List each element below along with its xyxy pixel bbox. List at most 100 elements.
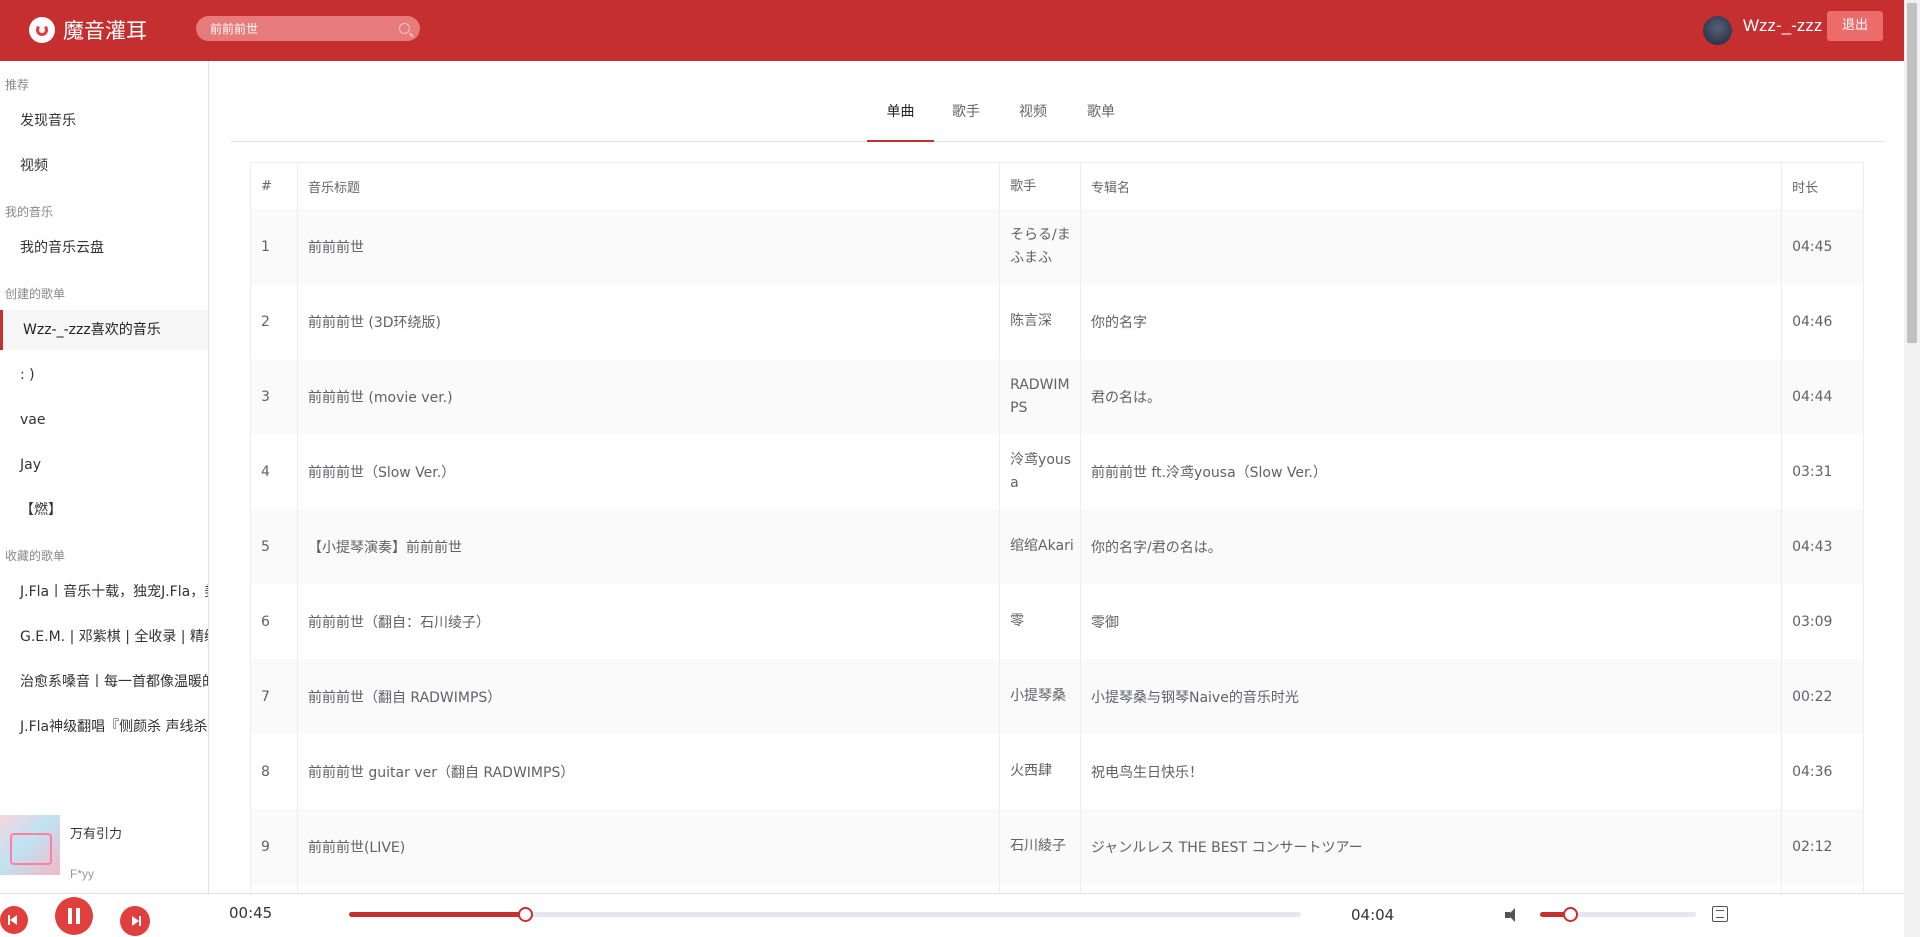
song-title[interactable]: 前前前世(LIVE): [298, 809, 1001, 884]
now-playing-title: 万有引力: [70, 827, 123, 842]
sidebar-item-playlist[interactable]: vae: [0, 400, 208, 440]
table-row[interactable]: 3 前前前世 (movie ver.) RADWIMPS 君の名は。 04:44: [251, 359, 1863, 434]
total-time: 04:04: [1351, 906, 1395, 924]
prev-button[interactable]: [0, 906, 28, 934]
song-album[interactable]: [1081, 884, 1783, 893]
song-title[interactable]: 前前前世 guitar ver（翻自 RADWIMPS）: [298, 734, 1001, 809]
volume-slider[interactable]: [1540, 907, 1696, 922]
table-row[interactable]: 10: [251, 884, 1863, 893]
volume-thumb[interactable]: [1562, 907, 1578, 922]
sidebar-item-playlist[interactable]: : ): [0, 355, 208, 395]
table-row[interactable]: 7 前前前世（翻自 RADWIMPS） 小提琴桑 小提琴桑与钢琴Naive的音乐…: [251, 659, 1863, 734]
next-icon: [132, 916, 139, 926]
song-artist[interactable]: 石川綾子: [1000, 809, 1081, 884]
page-scrollbar[interactable]: [1904, 0, 1920, 937]
song-duration: 03:31: [1792, 463, 1833, 480]
song-table: # 音乐标题 歌手 专辑名 时长 1 前前前世 そらる/まふまふ 04:45 2…: [250, 162, 1864, 893]
row-index: 1: [251, 209, 298, 284]
section-title-collected: 收藏的歌单: [5, 549, 66, 563]
song-artist[interactable]: 火西肆: [1000, 734, 1081, 809]
song-artist[interactable]: 小提琴桑: [1000, 659, 1081, 734]
song-album[interactable]: [1081, 209, 1783, 284]
table-row[interactable]: 6 前前前世（翻自：石川绫子） 零 零御 03:09: [251, 584, 1863, 659]
song-artist[interactable]: [1000, 884, 1081, 893]
song-title[interactable]: 前前前世 (movie ver.): [298, 359, 1001, 434]
table-row[interactable]: 9 前前前世(LIVE) 石川綾子 ジャンルレス THE BEST コンサートツ…: [251, 809, 1863, 884]
sidebar-item-playlist[interactable]: Jay: [0, 445, 208, 485]
result-tabs: 单曲 歌手 视频 歌单: [231, 61, 1885, 142]
search-icon[interactable]: [399, 23, 410, 34]
progress-thumb[interactable]: [518, 907, 534, 922]
sidebar-item-collected[interactable]: J.Fla神级翻唱『侧颜杀 声线杀』: [0, 707, 208, 747]
song-album[interactable]: 你的名字: [1081, 284, 1783, 359]
sidebar-item-playlist[interactable]: 【燃】: [0, 490, 208, 530]
app-logo[interactable]: 魔音灌耳: [29, 15, 147, 45]
tab-songs[interactable]: 单曲: [867, 101, 934, 142]
song-title[interactable]: 前前前世 (3D环绕版): [298, 284, 1001, 359]
song-duration: 04:36: [1792, 763, 1833, 780]
section-title-my-music: 我的音乐: [5, 205, 54, 219]
song-title[interactable]: 前前前世: [298, 209, 1001, 284]
search-box[interactable]: [196, 16, 420, 41]
song-album[interactable]: 小提琴桑与钢琴Naive的音乐时光: [1081, 659, 1783, 734]
sidebar-item-video[interactable]: 视频: [0, 146, 208, 186]
table-row[interactable]: 5 【小提琴演奏】前前前世 绾绾Akari 你的名字/君の名は。 04:43: [251, 509, 1863, 584]
sidebar-item-liked[interactable]: Wzz-_-zzz喜欢的音乐: [0, 310, 208, 350]
table-header-row: # 音乐标题 歌手 专辑名 时长: [251, 163, 1863, 209]
next-button[interactable]: [120, 906, 150, 936]
table-row[interactable]: 8 前前前世 guitar ver（翻自 RADWIMPS） 火西肆 祝电鸟生日…: [251, 734, 1863, 809]
sidebar-item-collected[interactable]: G.E.M. | 邓紫棋 | 全收录 | 精编: [0, 617, 208, 657]
row-index: 9: [251, 809, 298, 884]
table-row[interactable]: 1 前前前世 そらる/まふまふ 04:45: [251, 209, 1863, 284]
username[interactable]: Wzz-_-zzz: [1743, 16, 1822, 36]
playlist-icon[interactable]: [1712, 906, 1728, 922]
song-album[interactable]: 君の名は。: [1081, 359, 1783, 434]
section-title-recommend: 推荐: [5, 78, 30, 92]
tab-videos[interactable]: 视频: [1009, 101, 1057, 142]
logout-button[interactable]: 退出: [1827, 11, 1883, 41]
song-title[interactable]: 【小提琴演奏】前前前世: [298, 509, 1001, 584]
tab-artists[interactable]: 歌手: [942, 101, 990, 142]
pause-button[interactable]: [55, 897, 93, 935]
song-album[interactable]: 前前前世 ft.泠鸢yousa（Slow Ver.）: [1081, 434, 1783, 509]
row-index: 3: [251, 359, 298, 434]
tab-playlists[interactable]: 歌单: [1077, 101, 1125, 142]
sidebar-item-discover[interactable]: 发现音乐: [0, 101, 208, 141]
main-content: 单曲 歌手 视频 歌单 # 音乐标题 歌手 专辑名 时长 1 前前前世 そらる/…: [210, 61, 1904, 893]
song-album[interactable]: 零御: [1081, 584, 1783, 659]
header-artist: 歌手: [1000, 163, 1081, 209]
volume-icon[interactable]: [1505, 908, 1521, 922]
song-duration: 04:45: [1792, 238, 1833, 255]
search-input[interactable]: [210, 16, 390, 41]
player-bar: 00:45 04:04: [0, 893, 1904, 937]
now-playing-cover[interactable]: [0, 815, 60, 875]
scrollbar-thumb[interactable]: [1907, 3, 1917, 343]
song-duration: 00:22: [1792, 688, 1833, 705]
song-album[interactable]: 祝电鸟生日快乐！: [1081, 734, 1783, 809]
song-artist[interactable]: そらる/まふまふ: [1000, 209, 1081, 284]
song-artist[interactable]: 零: [1000, 584, 1081, 659]
song-album[interactable]: ジャンルレス THE BEST コンサートツアー: [1081, 809, 1783, 884]
row-index: 5: [251, 509, 298, 584]
netease-logo-icon: [29, 17, 55, 43]
sidebar-item-collected[interactable]: J.Fla丨音乐十载，独宠J.Fla，美: [0, 572, 208, 612]
sidebar-item-cloud[interactable]: 我的音乐云盘: [0, 228, 208, 268]
sidebar-item-collected[interactable]: 治愈系嗓音丨每一首都像温暖的: [0, 662, 208, 702]
table-row[interactable]: 4 前前前世（Slow Ver.） 泠鸢yousa 前前前世 ft.泠鸢yous…: [251, 434, 1863, 509]
song-title[interactable]: [298, 884, 1001, 893]
row-index: 6: [251, 584, 298, 659]
song-artist[interactable]: 泠鸢yousa: [1000, 434, 1081, 509]
avatar[interactable]: [1703, 16, 1732, 45]
song-title[interactable]: 前前前世（翻自：石川绫子）: [298, 584, 1001, 659]
song-album[interactable]: 你的名字/君の名は。: [1081, 509, 1783, 584]
song-duration: 04:44: [1792, 388, 1833, 405]
song-duration: 04:46: [1792, 313, 1833, 330]
table-row[interactable]: 2 前前前世 (3D环绕版) 陈言深 你的名字 04:46: [251, 284, 1863, 359]
song-artist[interactable]: 绾绾Akari: [1000, 509, 1081, 584]
progress-fill: [349, 912, 526, 917]
song-title[interactable]: 前前前世（Slow Ver.）: [298, 434, 1001, 509]
song-artist[interactable]: 陈言深: [1000, 284, 1081, 359]
progress-slider[interactable]: [349, 907, 1301, 922]
song-artist[interactable]: RADWIMPS: [1000, 359, 1081, 434]
song-title[interactable]: 前前前世（翻自 RADWIMPS）: [298, 659, 1001, 734]
